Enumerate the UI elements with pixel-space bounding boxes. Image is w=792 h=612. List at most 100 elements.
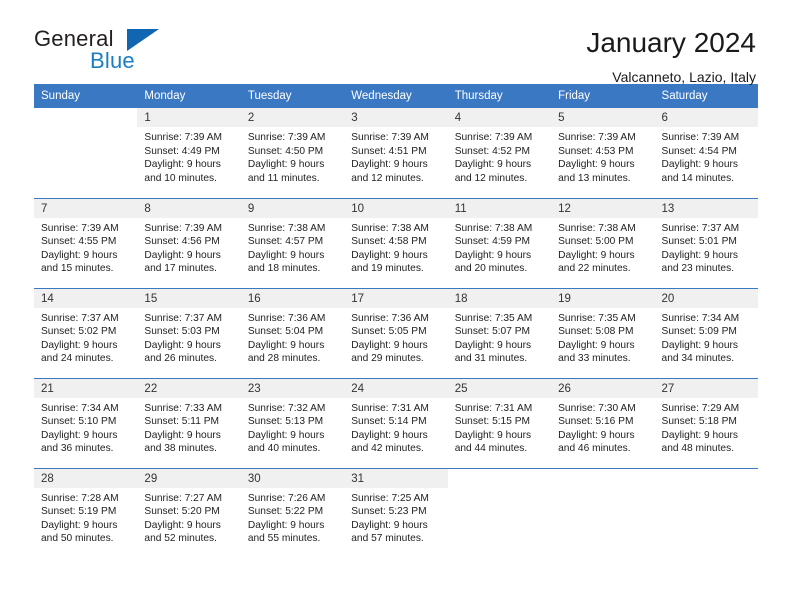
sunset-text: Sunset: 5:19 PM	[41, 506, 117, 518]
day-number: 20	[654, 288, 758, 308]
daylight-text-line2: and 46 minutes.	[558, 443, 631, 455]
daylight-text-line1: Daylight: 9 hours	[41, 339, 118, 351]
day-number: 24	[344, 378, 448, 398]
page-subtitle: Valcanneto, Lazio, Italy	[612, 68, 756, 85]
sunset-text: Sunset: 5:00 PM	[558, 236, 634, 248]
calendar-day-cell[interactable]: 25 Sunrise: 7:31 AM Sunset: 5:15 PM Dayligh…	[447, 377, 552, 468]
calendar-day-cell[interactable]: 30 Sunrise: 7:26 AM Sunset: 5:22 PM Dayligh…	[240, 467, 345, 558]
daylight-text-line2: and 19 minutes.	[351, 263, 424, 275]
sunrise-text: Sunrise: 7:28 AM	[41, 492, 119, 504]
calendar-day-cell[interactable]: 11 Sunrise: 7:38 AM Sunset: 4:59 PM Dayligh…	[447, 197, 552, 288]
sunrise-text: Sunrise: 7:39 AM	[41, 222, 119, 234]
sunrise-text: Sunrise: 7:39 AM	[351, 132, 429, 143]
day-details: Sunrise: 7:39 AM Sunset: 4:55 PM Daylight:…	[34, 218, 137, 276]
calendar-day-cell[interactable]: 17 Sunrise: 7:36 AM Sunset: 5:05 PM Dayligh…	[344, 287, 448, 378]
title-block: January 2024 Valcanneto, Lazio, Italy	[586, 26, 756, 85]
calendar-cell-empty-band	[34, 108, 138, 127]
calendar-day-cell[interactable]: 15 Sunrise: 7:37 AM Sunset: 5:03 PM Dayligh…	[137, 287, 241, 378]
daylight-text-line1: Daylight: 9 hours	[558, 159, 635, 171]
daylight-text-line2: and 10 minutes.	[144, 172, 217, 184]
day-details: Sunrise: 7:38 AM Sunset: 4:59 PM Daylight:…	[448, 218, 551, 276]
calendar-day-cell[interactable]: 21 Sunrise: 7:34 AM Sunset: 5:10 PM Dayligh…	[34, 377, 138, 468]
day-details: Sunrise: 7:39 AM Sunset: 4:56 PM Daylight:…	[137, 218, 240, 276]
calendar-day-cell[interactable]: 14 Sunrise: 7:37 AM Sunset: 5:02 PM Dayligh…	[34, 287, 138, 378]
daylight-text-line2: and 14 minutes.	[661, 172, 735, 184]
brand-logo[interactable]: General Blue	[34, 26, 174, 82]
calendar-day-cell[interactable]: 29 Sunrise: 7:27 AM Sunset: 5:20 PM Dayligh…	[137, 467, 241, 558]
day-details: Sunrise: 7:39 AM Sunset: 4:53 PM Daylight:…	[551, 127, 654, 185]
calendar-week-row: 7 Sunrise: 7:39 AM Sunset: 4:55 PM Daylight…	[34, 197, 758, 288]
calendar-day-cell[interactable]: 12 Sunrise: 7:38 AM Sunset: 5:00 PM Dayligh…	[551, 197, 655, 288]
daylight-text-line1: Daylight: 9 hours	[454, 339, 532, 351]
day-details: Sunrise: 7:28 AM Sunset: 5:19 PM Daylight:…	[34, 488, 137, 546]
calendar-day-cell[interactable]: 20 Sunrise: 7:34 AM Sunset: 5:09 PM Dayligh…	[654, 287, 758, 378]
sunrise-text: Sunrise: 7:37 AM	[41, 312, 119, 324]
day-details: Sunrise: 7:37 AM Sunset: 5:01 PM Daylight:…	[655, 218, 758, 276]
sunrise-text: Sunrise: 7:31 AM	[351, 402, 429, 414]
weekday-header-saturday: Saturday	[654, 84, 758, 108]
calendar-day-cell[interactable]: 10 Sunrise: 7:38 AM Sunset: 4:58 PM Dayligh…	[344, 197, 448, 288]
calendar-day-cell[interactable]: 9 Sunrise: 7:38 AM Sunset: 4:57 PM Daylight…	[240, 197, 345, 288]
daylight-text-line1: Daylight: 9 hours	[144, 339, 221, 351]
sunset-text: Sunset: 5:03 PM	[144, 326, 220, 338]
sunset-text: Sunset: 5:14 PM	[351, 416, 427, 428]
calendar-day-cell[interactable]: 27 Sunrise: 7:29 AM Sunset: 5:18 PM Dayligh…	[654, 377, 758, 468]
calendar-day-cell[interactable]: 2 Sunrise: 7:39 AM Sunset: 4:50 PM Daylight…	[240, 108, 345, 198]
daylight-text-line2: and 23 minutes.	[661, 263, 735, 275]
sunset-text: Sunset: 5:10 PM	[41, 416, 117, 428]
calendar-day-cell[interactable]: 1 Sunrise: 7:39 AM Sunset: 4:49 PM Daylight…	[137, 108, 241, 198]
calendar-day-cell[interactable]: 16 Sunrise: 7:36 AM Sunset: 5:04 PM Dayligh…	[240, 287, 345, 378]
daylight-text-line2: and 52 minutes.	[144, 533, 217, 545]
calendar-day-cell[interactable]: 28 Sunrise: 7:28 AM Sunset: 5:19 PM Dayligh…	[34, 467, 138, 558]
sunrise-text: Sunrise: 7:27 AM	[144, 492, 223, 504]
daylight-text-line1: Daylight: 9 hours	[41, 519, 118, 531]
calendar-day-cell[interactable]: 19 Sunrise: 7:35 AM Sunset: 5:08 PM Dayligh…	[551, 287, 655, 378]
day-number: 1	[137, 108, 241, 127]
calendar-day-cell[interactable]: 23 Sunrise: 7:32 AM Sunset: 5:13 PM Dayligh…	[240, 377, 345, 468]
calendar-day-cell[interactable]: 26 Sunrise: 7:30 AM Sunset: 5:16 PM Dayligh…	[551, 377, 655, 468]
sunset-text: Sunset: 5:08 PM	[558, 326, 634, 338]
calendar-day-cell[interactable]: 31 Sunrise: 7:25 AM Sunset: 5:23 PM Dayligh…	[344, 467, 448, 558]
calendar-day-cell[interactable]: 24 Sunrise: 7:31 AM Sunset: 5:14 PM Dayligh…	[344, 377, 448, 468]
sunrise-text: Sunrise: 7:37 AM	[661, 222, 740, 234]
calendar-day-cell[interactable]: 18 Sunrise: 7:35 AM Sunset: 5:07 PM Dayligh…	[447, 287, 552, 378]
day-details: Sunrise: 7:35 AM Sunset: 5:07 PM Daylight:…	[448, 308, 551, 366]
calendar-week-row: 21 Sunrise: 7:34 AM Sunset: 5:10 PM Dayligh…	[34, 377, 758, 468]
daylight-text-line1: Daylight: 9 hours	[144, 429, 221, 441]
daylight-text-line2: and 12 minutes.	[454, 172, 528, 184]
daylight-text-line1: Daylight: 9 hours	[558, 249, 635, 261]
sunset-text: Sunset: 5:23 PM	[351, 506, 427, 518]
day-number: 25	[447, 378, 552, 398]
daylight-text-line1: Daylight: 9 hours	[558, 429, 635, 441]
sunset-text: Sunset: 4:51 PM	[351, 145, 427, 157]
day-number: 3	[344, 108, 448, 127]
page-title: January 2024	[586, 27, 756, 58]
sunrise-text: Sunrise: 7:37 AM	[144, 312, 223, 324]
sunset-text: Sunset: 5:04 PM	[247, 326, 324, 338]
calendar-day-cell[interactable]: 7 Sunrise: 7:39 AM Sunset: 4:55 PM Daylight…	[34, 197, 138, 288]
sunset-text: Sunset: 4:53 PM	[558, 145, 634, 157]
calendar-cell-empty	[654, 467, 758, 558]
calendar-day-cell[interactable]: 22 Sunrise: 7:33 AM Sunset: 5:11 PM Dayligh…	[137, 377, 241, 468]
calendar-day-cell[interactable]: 5 Sunrise: 7:39 AM Sunset: 4:53 PM Daylight…	[551, 108, 655, 198]
day-number: 5	[551, 108, 655, 127]
daylight-text-line2: and 18 minutes.	[247, 263, 321, 275]
sunset-text: Sunset: 5:22 PM	[247, 506, 324, 518]
sunset-text: Sunset: 4:59 PM	[454, 236, 531, 248]
daylight-text-line2: and 28 minutes.	[247, 353, 321, 365]
daylight-text-line2: and 38 minutes.	[144, 443, 217, 455]
daylight-text-line2: and 26 minutes.	[144, 353, 217, 365]
calendar-day-cell[interactable]: 8 Sunrise: 7:39 AM Sunset: 4:56 PM Daylight…	[137, 197, 241, 288]
calendar-day-cell[interactable]: 3 Sunrise: 7:39 AM Sunset: 4:51 PM Daylight…	[344, 108, 448, 198]
calendar-day-cell[interactable]: 4 Sunrise: 7:39 AM Sunset: 4:52 PM Daylight…	[447, 108, 552, 198]
daylight-text-line1: Daylight: 9 hours	[661, 429, 738, 441]
sunrise-text: Sunrise: 7:36 AM	[247, 312, 326, 324]
calendar-day-cell[interactable]: 13 Sunrise: 7:37 AM Sunset: 5:01 PM Dayligh…	[654, 197, 758, 288]
calendar-cell-empty-band	[654, 468, 758, 488]
calendar-day-cell[interactable]: 6 Sunrise: 7:39 AM Sunset: 4:54 PM Daylight…	[654, 108, 758, 198]
day-details: Sunrise: 7:25 AM Sunset: 5:23 PM Daylight:…	[344, 488, 447, 546]
sunset-text: Sunset: 5:01 PM	[661, 236, 737, 248]
daylight-text-line2: and 36 minutes.	[41, 443, 114, 455]
sunset-text: Sunset: 5:20 PM	[144, 506, 220, 518]
day-number: 16	[240, 288, 345, 308]
